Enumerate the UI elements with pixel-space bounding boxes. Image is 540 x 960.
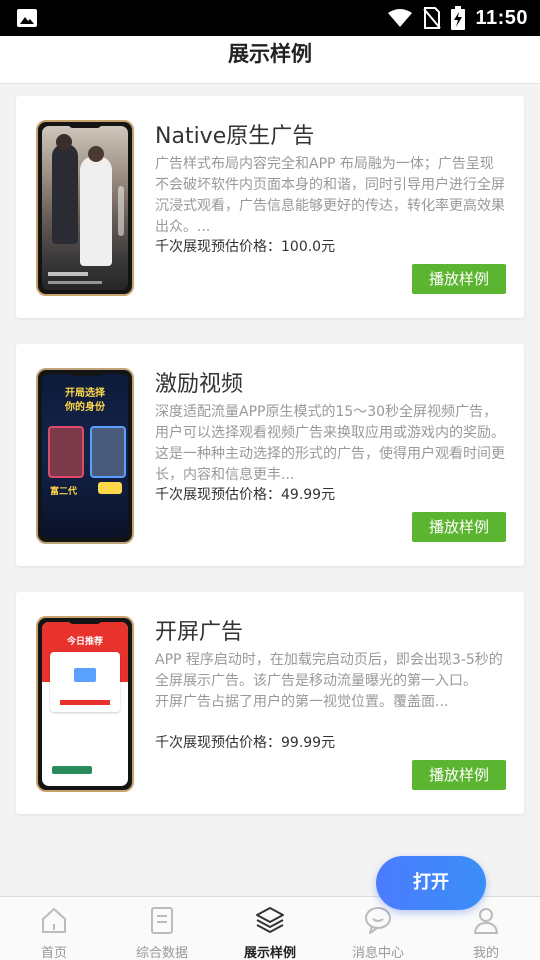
tab-label: 消息中心 [351,946,404,960]
title-bar: 展示样例 [0,36,540,84]
no-sim-icon [423,7,442,29]
card-title: Native原生广告 [155,124,315,149]
card-description: 深度适配流量APP原生模式的15～30秒全屏视频广告，用户可以选择观看视频广告来… [155,404,505,483]
page-title: 展示样例 [228,42,312,66]
document-icon [151,907,173,934]
estimated-price: 千次展现预估价格：49.99元 [155,487,336,503]
play-sample-button[interactable]: 播放样例 [412,264,506,294]
tab-label: 我的 [472,946,499,960]
tab-label: 综合数据 [135,946,188,960]
user-icon [474,908,498,934]
preview-caption: 你的身份 [65,402,105,413]
ad-sample-list: Native原生广告 广告样式布局内容完全和APP 布局融为一体；广告呈现不会破… [0,84,540,896]
native-ad-preview-image [36,120,134,296]
ad-card-splash: 今日推荐 开屏广告 APP 程序启动时，在加载完启动页后，即会出现3-5秒的全屏… [16,592,524,814]
tab-data[interactable]: 综合数据 [108,897,216,960]
layers-icon [256,907,284,933]
tab-label: 首页 [40,946,67,960]
preview-caption: 开局选择 [65,388,105,399]
system-indicators: 11:50 [387,0,528,36]
splash-ad-preview-image: 今日推荐 [36,616,134,792]
estimated-price: 千次展现预估价格：100.0元 [155,239,336,255]
preview-caption: 今日推荐 [66,637,103,647]
card-title: 开屏广告 [155,620,244,645]
card-title: 激励视频 [155,372,244,397]
play-sample-button[interactable]: 播放样例 [412,512,506,542]
play-sample-button[interactable]: 播放样例 [412,760,506,790]
ad-card-rewarded-video: 开局选择 你的身份 富二代 激励视频 深度适配流量APP原生模式的15～30秒全… [16,344,524,566]
card-description: APP 程序启动时，在加载完启动页后，即会出现3-5秒的全屏展示广告。该广告是移… [155,652,503,710]
status-bar: 11:50 [0,0,540,36]
wifi-icon [388,9,413,27]
rewarded-video-preview-image: 开局选择 你的身份 富二代 [36,368,134,544]
tab-label: 展示样例 [243,946,296,960]
preview-caption: 富二代 [50,487,78,497]
open-button[interactable]: 打开 [376,856,486,910]
tab-home[interactable]: 首页 [0,897,108,960]
battery-charging-icon [451,6,466,30]
card-description: 广告样式布局内容完全和APP 布局融为一体；广告呈现不会破坏软件内页面本身的和谐… [155,156,505,235]
estimated-price: 千次展现预估价格：99.99元 [155,735,336,751]
clock: 11:50 [475,6,528,29]
ad-card-native: Native原生广告 广告样式布局内容完全和APP 布局融为一体；广告呈现不会破… [16,96,524,318]
chat-icon [365,907,391,934]
gallery-icon [17,9,37,27]
tab-samples[interactable]: 展示样例 [216,897,324,960]
home-icon [42,908,66,933]
